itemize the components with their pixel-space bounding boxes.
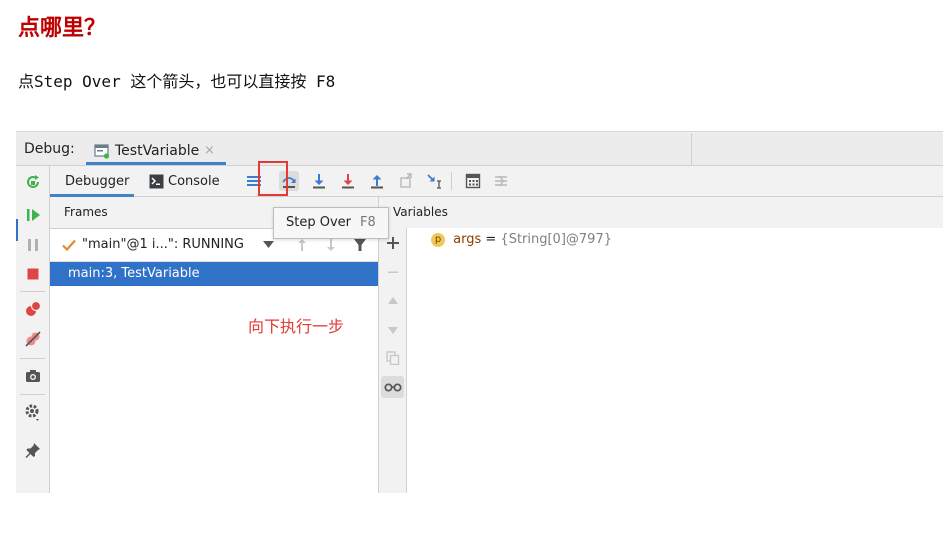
tab-underline [86, 162, 226, 165]
drop-frame-icon[interactable] [397, 171, 417, 191]
tab-testvariable[interactable]: TestVariable × [86, 135, 226, 165]
tab-debugger[interactable]: Debugger [50, 166, 134, 197]
check-icon [60, 236, 78, 254]
left-toolbar-divider [20, 394, 45, 395]
left-toolbar-divider [20, 291, 45, 292]
frame-label: main:3, TestVariable [68, 266, 200, 281]
variable-equals: = [481, 232, 501, 247]
tab-bar-divider [691, 133, 692, 165]
evaluate-expression-icon[interactable] [463, 171, 483, 191]
step-out-icon[interactable] [367, 171, 387, 191]
debug-toolbar: Debugger Console [50, 166, 943, 197]
pause-icon[interactable] [23, 235, 43, 255]
toolbar-divider [451, 172, 452, 190]
tab-close-icon[interactable]: × [204, 143, 215, 158]
move-down-icon[interactable] [384, 321, 402, 339]
step-over-tooltip: Step Over F8 [273, 207, 389, 239]
selected-frame-row[interactable]: main:3, TestVariable [50, 262, 378, 286]
watches-glasses-icon[interactable] [381, 376, 404, 398]
mute-breakpoints-icon[interactable] [23, 329, 43, 349]
page-heading: 点哪里？ [18, 16, 107, 41]
variable-row[interactable]: p args = {String[0]@797} [431, 232, 612, 252]
variables-header: Variables [379, 197, 943, 229]
dropdown-icon[interactable] [260, 238, 276, 252]
frames-panel: Frames "main"@1 i...": RUNNING main:3, T… [50, 197, 379, 493]
rerun-icon[interactable] [23, 172, 43, 192]
console-tab-label: Console [168, 174, 220, 189]
settings-icon[interactable] [23, 402, 43, 424]
stop-icon[interactable] [23, 264, 43, 284]
variables-side-toolbar [379, 228, 407, 493]
top-divider [16, 131, 943, 132]
remove-icon[interactable] [384, 263, 402, 281]
parameter-icon: p [431, 232, 445, 247]
variables-title: Variables [393, 205, 448, 219]
thread-label: "main"@1 i...": RUNNING [82, 237, 244, 252]
variable-value: {String[0]@797} [500, 232, 612, 247]
instruction-text: 点Step Over 这个箭头，也可以直接按 F8 [18, 72, 336, 91]
left-selection-marker [16, 219, 18, 241]
camera-icon[interactable] [23, 366, 43, 386]
variables-panel: p args = {String[0]@797} [407, 228, 943, 493]
pin-icon[interactable] [23, 440, 43, 460]
left-toolbar [16, 166, 50, 493]
run-to-cursor-icon[interactable] [425, 171, 445, 191]
step-into-icon[interactable] [309, 171, 329, 191]
debug-tab-bar: Debug: TestVariable × [16, 133, 943, 166]
debugger-tab-label: Debugger [65, 174, 130, 189]
view-breakpoints-icon[interactable] [23, 299, 43, 319]
debug-label: Debug: [24, 141, 75, 157]
resume-icon[interactable] [23, 205, 43, 225]
copy-icon[interactable] [384, 349, 402, 367]
tooltip-title: Step Over [286, 215, 351, 230]
trace-icon[interactable] [491, 171, 511, 191]
console-icon [148, 173, 164, 189]
tab-label: TestVariable [115, 143, 200, 159]
left-toolbar-divider [20, 358, 45, 359]
move-up-icon[interactable] [384, 292, 402, 310]
variable-name: args [453, 232, 482, 247]
tooltip-shortcut: F8 [360, 215, 376, 230]
force-step-into-icon[interactable] [338, 171, 358, 191]
debug-window: Debug: TestVariable × Debugger Console F… [16, 131, 943, 493]
annotation-text: 向下执行一步 [248, 317, 345, 336]
frames-title: Frames [64, 205, 108, 219]
run-config-icon [94, 143, 110, 159]
step-over-highlight [258, 161, 288, 196]
tab-console[interactable]: Console [146, 166, 232, 196]
